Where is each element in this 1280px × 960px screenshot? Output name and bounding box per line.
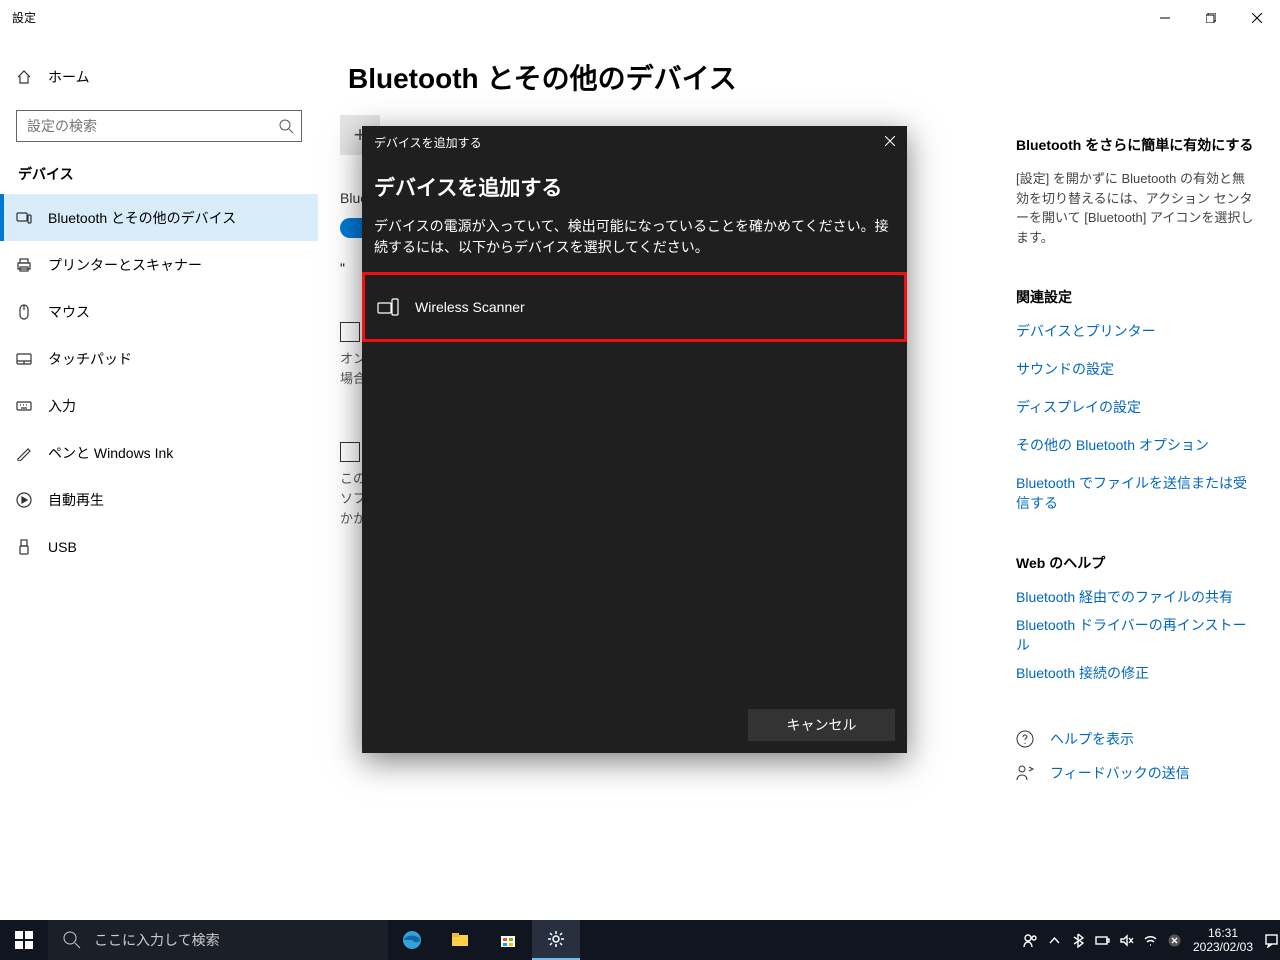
dialog-title: デバイスを追加する: [374, 134, 482, 151]
tray-input-icon[interactable]: [1162, 920, 1186, 960]
sidebar-item-label: 入力: [48, 396, 76, 416]
tray-time: 16:31: [1186, 926, 1260, 940]
rail-text-bt-tip: [設定] を開かずに Bluetooth の有効と無効を切り替えるには、アクショ…: [1016, 169, 1256, 247]
device-icon: [377, 298, 399, 316]
taskbar-app-settings[interactable]: [532, 920, 580, 960]
sidebar-item-mouse[interactable]: マウス: [0, 288, 318, 335]
link-more-bt-options[interactable]: その他の Bluetooth オプション: [1016, 435, 1256, 455]
link-give-feedback[interactable]: フィードバックの送信: [1016, 763, 1256, 783]
start-button[interactable]: [0, 920, 48, 960]
tray-chevron-up-icon[interactable]: [1042, 920, 1066, 960]
taskbar-search[interactable]: ここに入力して検索: [48, 920, 388, 960]
printer-icon: [16, 257, 32, 273]
sidebar-item-label: マウス: [48, 302, 90, 322]
edge-icon: [402, 930, 422, 950]
minimize-button[interactable]: [1142, 0, 1188, 35]
device-name: Wireless Scanner: [415, 299, 525, 315]
search-icon: [62, 930, 82, 950]
taskbar: ここに入力して検索 16:31 2023/02/03: [0, 920, 1280, 960]
settings-sidebar: ホーム デバイス Bluetooth とその他のデバイス プリンターとスキャナー…: [0, 35, 318, 920]
link-sound-settings[interactable]: サウンドの設定: [1016, 359, 1256, 379]
obscured-text: ": [340, 260, 345, 276]
search-icon: [278, 118, 294, 134]
sidebar-item-home[interactable]: ホーム: [0, 53, 318, 100]
pen-icon: [16, 445, 32, 461]
link-bt-file-sharing[interactable]: Bluetooth 経由でのファイルの共有: [1016, 587, 1256, 607]
taskbar-search-placeholder: ここに入力して検索: [94, 930, 220, 950]
link-get-help[interactable]: ヘルプを表示: [1016, 729, 1256, 749]
dialog-instructions: デバイスの電源が入っていて、検出可能になっていることを確かめてください。接続する…: [374, 216, 895, 258]
link-bt-connection-fix[interactable]: Bluetooth 接続の修正: [1016, 663, 1256, 683]
link-display-settings[interactable]: ディスプレイの設定: [1016, 397, 1256, 417]
dialog-close-button[interactable]: [885, 135, 895, 149]
help-icon: [1016, 730, 1034, 748]
sidebar-item-printers[interactable]: プリンターとスキャナー: [0, 241, 318, 288]
windows-icon: [14, 930, 34, 950]
checkbox-1[interactable]: [340, 322, 360, 342]
rail-heading-related: 関連設定: [1016, 287, 1256, 307]
gear-icon: [546, 929, 566, 949]
close-button[interactable]: [1234, 0, 1280, 35]
cancel-button[interactable]: キャンセル: [748, 709, 895, 741]
sidebar-item-bluetooth[interactable]: Bluetooth とその他のデバイス: [0, 194, 318, 241]
keyboard-icon: [16, 398, 32, 414]
dialog-heading: デバイスを追加する: [374, 172, 895, 202]
taskbar-app-explorer[interactable]: [436, 920, 484, 960]
search-input[interactable]: [16, 110, 302, 142]
mouse-icon: [16, 304, 32, 320]
home-icon: [16, 69, 32, 85]
sidebar-item-label: プリンターとスキャナー: [48, 255, 202, 275]
device-item-wireless-scanner[interactable]: Wireless Scanner: [362, 272, 907, 342]
sidebar-item-label: ペンと Windows Ink: [48, 443, 173, 463]
tray-wifi-icon[interactable]: [1138, 920, 1162, 960]
touchpad-icon: [16, 351, 32, 367]
devices-icon: [16, 210, 32, 226]
sidebar-item-label: ホーム: [48, 67, 90, 87]
right-rail: Bluetooth をさらに簡単に有効にする [設定] を開かずに Blueto…: [1016, 135, 1256, 797]
checkbox-2[interactable]: [340, 442, 360, 462]
tray-bluetooth-icon[interactable]: [1066, 920, 1090, 960]
taskbar-app-store[interactable]: [484, 920, 532, 960]
sidebar-search[interactable]: [16, 110, 302, 142]
window-title: 設定: [12, 9, 36, 26]
usb-icon: [16, 539, 32, 555]
feedback-icon: [1016, 764, 1034, 782]
sidebar-item-label: USB: [48, 539, 77, 555]
sidebar-item-usb[interactable]: USB: [0, 523, 318, 570]
rail-link-label: フィードバックの送信: [1050, 763, 1190, 783]
rail-link-label: ヘルプを表示: [1050, 729, 1134, 749]
maximize-button[interactable]: [1188, 0, 1234, 35]
rail-heading-bt-tip: Bluetooth をさらに簡単に有効にする: [1016, 135, 1256, 155]
link-bt-send-receive[interactable]: Bluetooth でファイルを送信または受信する: [1016, 473, 1256, 513]
store-icon: [498, 930, 518, 950]
tray-action-center[interactable]: [1262, 920, 1280, 960]
add-device-dialog: デバイスを追加する デバイスを追加する デバイスの電源が入っていて、検出可能にな…: [362, 126, 907, 753]
tray-people-icon[interactable]: [1018, 920, 1042, 960]
sidebar-item-touchpad[interactable]: タッチパッド: [0, 335, 318, 382]
sidebar-item-label: タッチパッド: [48, 349, 132, 369]
sidebar-item-autoplay[interactable]: 自動再生: [0, 476, 318, 523]
close-icon: [885, 136, 895, 146]
tray-volume-mute-icon[interactable]: [1114, 920, 1138, 960]
folder-icon: [450, 930, 470, 950]
sidebar-item-label: 自動再生: [48, 490, 104, 510]
sidebar-item-pen[interactable]: ペンと Windows Ink: [0, 429, 318, 476]
autoplay-icon: [16, 492, 32, 508]
taskbar-app-edge[interactable]: [388, 920, 436, 960]
sidebar-category-header: デバイス: [0, 154, 318, 194]
rail-heading-webhelp: Web のヘルプ: [1016, 553, 1256, 573]
page-title: Bluetooth とその他のデバイス: [348, 57, 1250, 97]
link-devices-printers[interactable]: デバイスとプリンター: [1016, 321, 1256, 341]
tray-battery-icon[interactable]: [1090, 920, 1114, 960]
sidebar-item-typing[interactable]: 入力: [0, 382, 318, 429]
tray-clock[interactable]: 16:31 2023/02/03: [1186, 926, 1262, 955]
tray-date: 2023/02/03: [1186, 940, 1260, 954]
link-bt-driver-reinstall[interactable]: Bluetooth ドライバーの再インストール: [1016, 615, 1256, 655]
sidebar-item-label: Bluetooth とその他のデバイス: [48, 208, 236, 228]
